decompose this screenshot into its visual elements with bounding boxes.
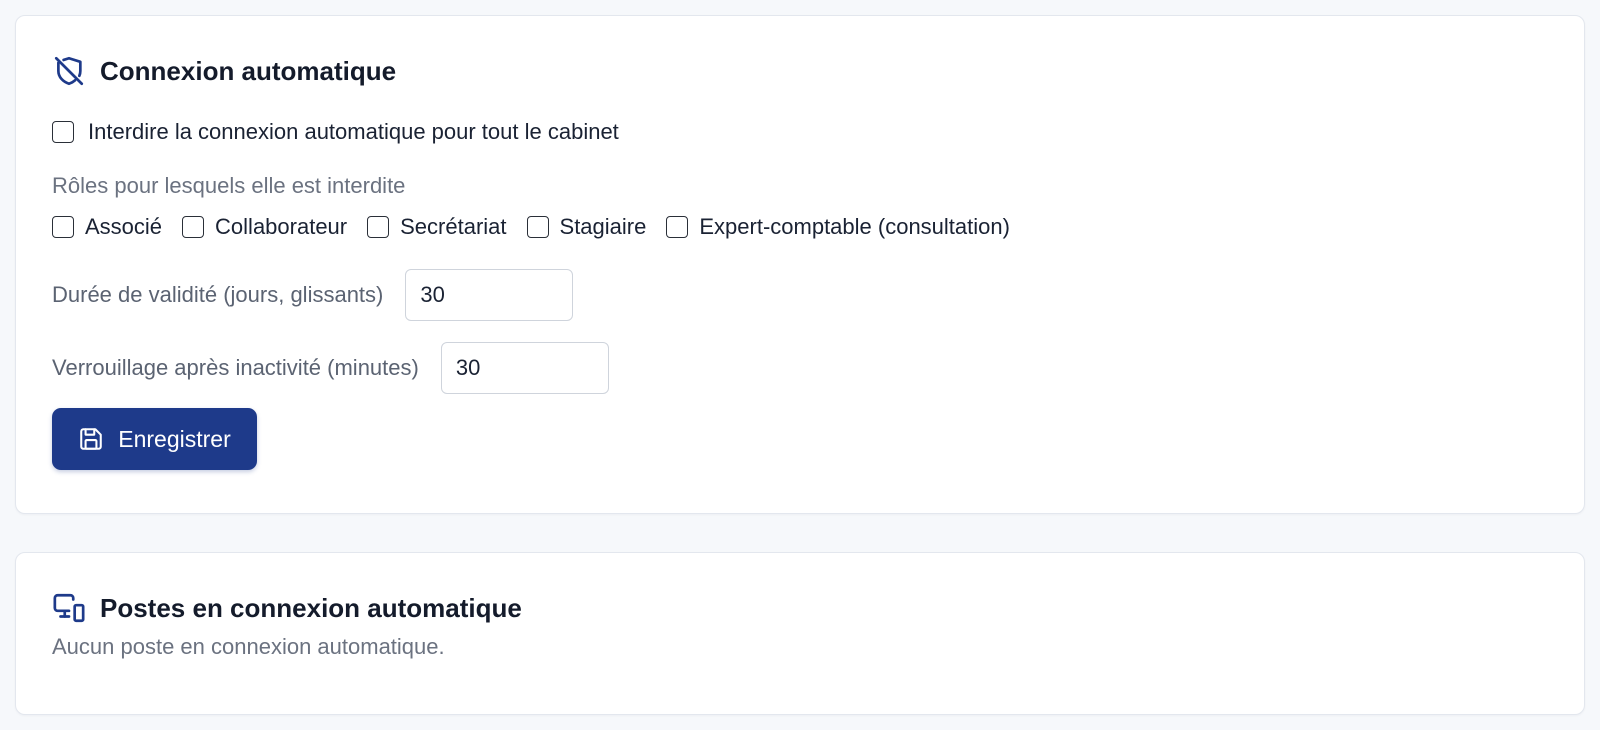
auto-login-title: Connexion automatique: [100, 55, 397, 86]
role-checkbox-box[interactable]: [666, 216, 689, 238]
role-label: Collaborateur: [215, 214, 348, 239]
auto-login-header: Connexion automatique: [52, 54, 396, 88]
role-label: Associé: [85, 214, 163, 239]
role-label: Secrétariat: [400, 214, 507, 239]
role-checkbox-associe[interactable]: Associé: [52, 214, 162, 240]
role-checkbox-collaborateur[interactable]: Collaborateur: [182, 214, 347, 240]
postes-empty-text: Aucun poste en connexion automatique.: [52, 634, 445, 659]
roles-group: Associé Collaborateur Secrétariat Stagia…: [52, 214, 1030, 240]
devices-icon: [52, 591, 86, 625]
role-label: Stagiaire: [559, 214, 647, 239]
role-label: Expert-comptable (consultation): [699, 214, 1010, 239]
postes-title: Postes en connexion automatique: [100, 592, 522, 623]
auto-login-card: Connexion automatique Interdire la conne…: [15, 15, 1585, 514]
lock-input[interactable]: [440, 342, 609, 394]
role-checkbox-expert-comptable[interactable]: Expert-comptable (consultation): [666, 214, 1010, 240]
validity-row: Durée de validité (jours, glissants): [52, 269, 574, 321]
save-button[interactable]: Enregistrer: [52, 408, 257, 470]
forbid-all-label: Interdire la connexion automatique pour …: [88, 119, 619, 144]
forbid-all-checkbox[interactable]: Interdire la connexion automatique pour …: [52, 119, 619, 145]
role-checkbox-box[interactable]: [52, 216, 74, 238]
role-checkbox-box[interactable]: [526, 216, 549, 238]
role-checkbox-box[interactable]: [367, 216, 390, 238]
lock-label: Verrouillage après inactivité (minutes): [52, 355, 419, 380]
postes-card: Postes en connexion automatique Aucun po…: [15, 552, 1585, 715]
lock-row: Verrouillage après inactivité (minutes): [52, 342, 609, 394]
role-checkbox-stagiaire[interactable]: Stagiaire: [526, 214, 647, 240]
roles-label: Rôles pour lesquels elle est interdite: [52, 173, 406, 198]
forbid-all-checkbox-box[interactable]: [52, 121, 74, 143]
postes-header: Postes en connexion automatique: [52, 591, 522, 625]
validity-input[interactable]: [405, 269, 574, 321]
validity-label: Durée de validité (jours, glissants): [52, 282, 384, 307]
role-checkbox-box[interactable]: [182, 216, 205, 238]
role-checkbox-secretariat[interactable]: Secrétariat: [367, 214, 507, 240]
save-button-label: Enregistrer: [118, 425, 231, 452]
save-icon: [78, 426, 104, 452]
shield-off-icon: [52, 54, 86, 88]
